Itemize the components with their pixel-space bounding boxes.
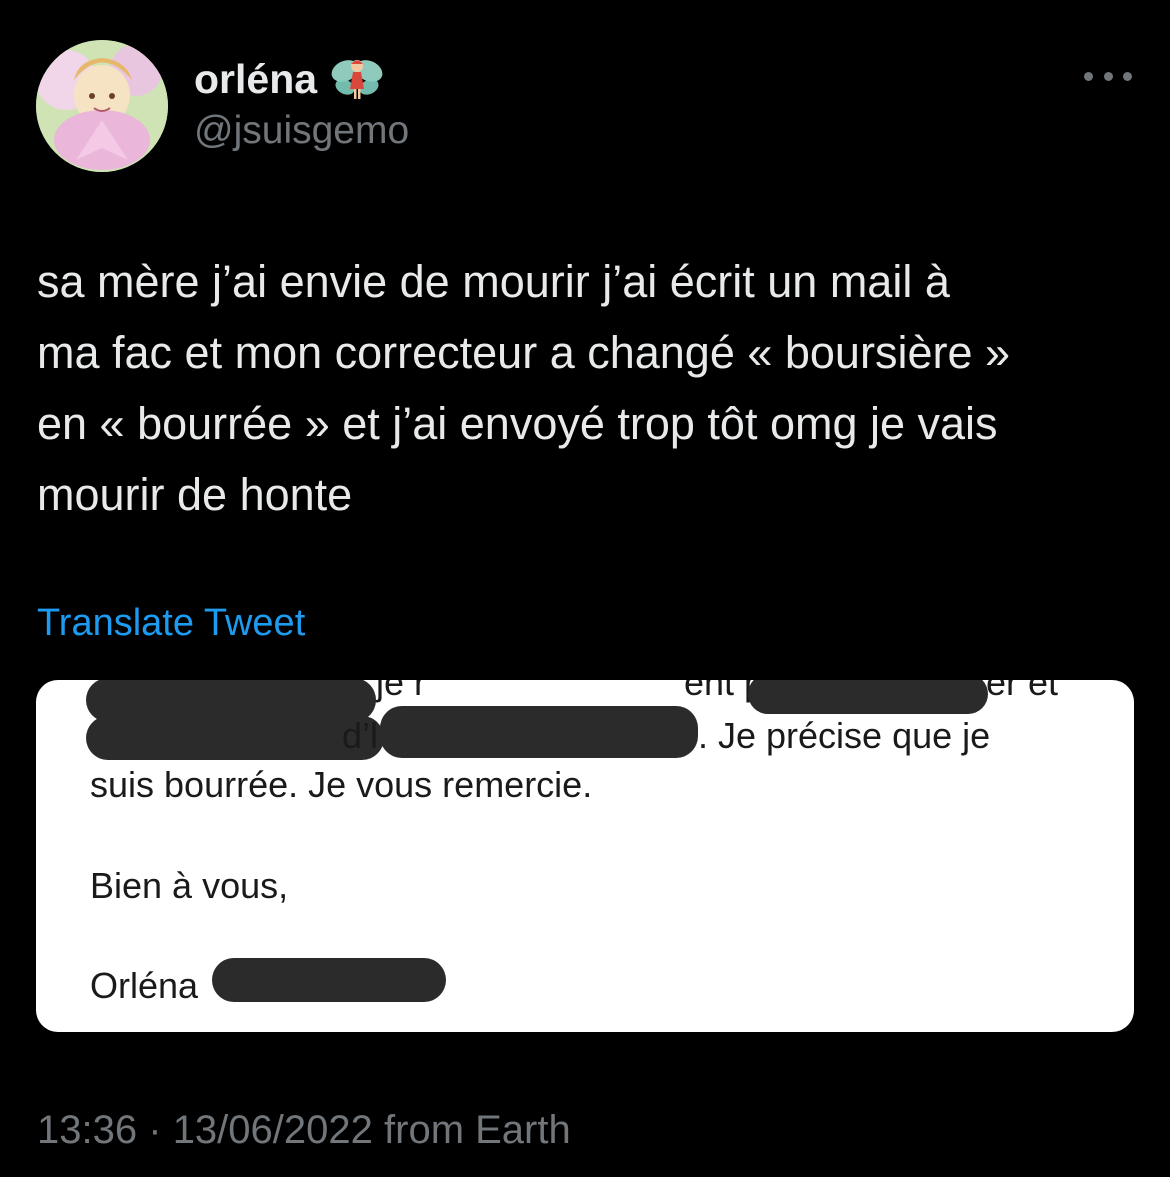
tweet-text-line: ma fac et mon correcteur a changé « bour… [37, 327, 1011, 378]
email-text-fragment: er et [986, 680, 1059, 703]
display-name[interactable]: orléna [194, 55, 385, 103]
email-text-fragment: je r [376, 680, 427, 703]
redaction-bar [86, 716, 384, 760]
avatar-image [36, 40, 168, 172]
tweet-media-image[interactable]: je r ent p er et d’l . Je précise que je… [36, 680, 1134, 1032]
tweet-text-line: mourir de honte [37, 469, 353, 520]
timestamp-separator: · [148, 1108, 162, 1152]
user-handle[interactable]: @jsuisgemo [194, 108, 409, 154]
redaction-bar [748, 680, 988, 714]
fairy-icon [329, 55, 385, 103]
tweet-timestamp[interactable]: 13:36 · 13/06/2022 from Earth [37, 1106, 571, 1154]
tweet-source: from Earth [384, 1108, 571, 1152]
tweet-time: 13:36 [37, 1108, 138, 1152]
redaction-bar [380, 706, 698, 758]
email-closing: Bien à vous, [90, 865, 289, 906]
more-options-icon[interactable] [1084, 62, 1132, 90]
email-text-fragment: . Je précise que je [698, 715, 991, 756]
email-signature-name: Orléna [90, 965, 199, 1006]
email-text-fragment: d’l [342, 715, 379, 756]
tweet-text: sa mère j’ai envie de mourir j’ai écrit … [37, 246, 1147, 530]
translate-tweet-link[interactable]: Translate Tweet [37, 600, 305, 646]
redaction-bar [212, 958, 446, 1002]
tweet-text-line: en « bourrée » et j’ai envoyé trop tôt o… [37, 398, 998, 449]
email-text-line: suis bourrée. Je vous remercie. [90, 764, 593, 805]
avatar[interactable] [36, 40, 168, 172]
tweet-date: 13/06/2022 [172, 1108, 373, 1152]
tweet-text-line: sa mère j’ai envie de mourir j’ai écrit … [37, 256, 950, 307]
display-name-text[interactable]: orléna [194, 55, 317, 103]
